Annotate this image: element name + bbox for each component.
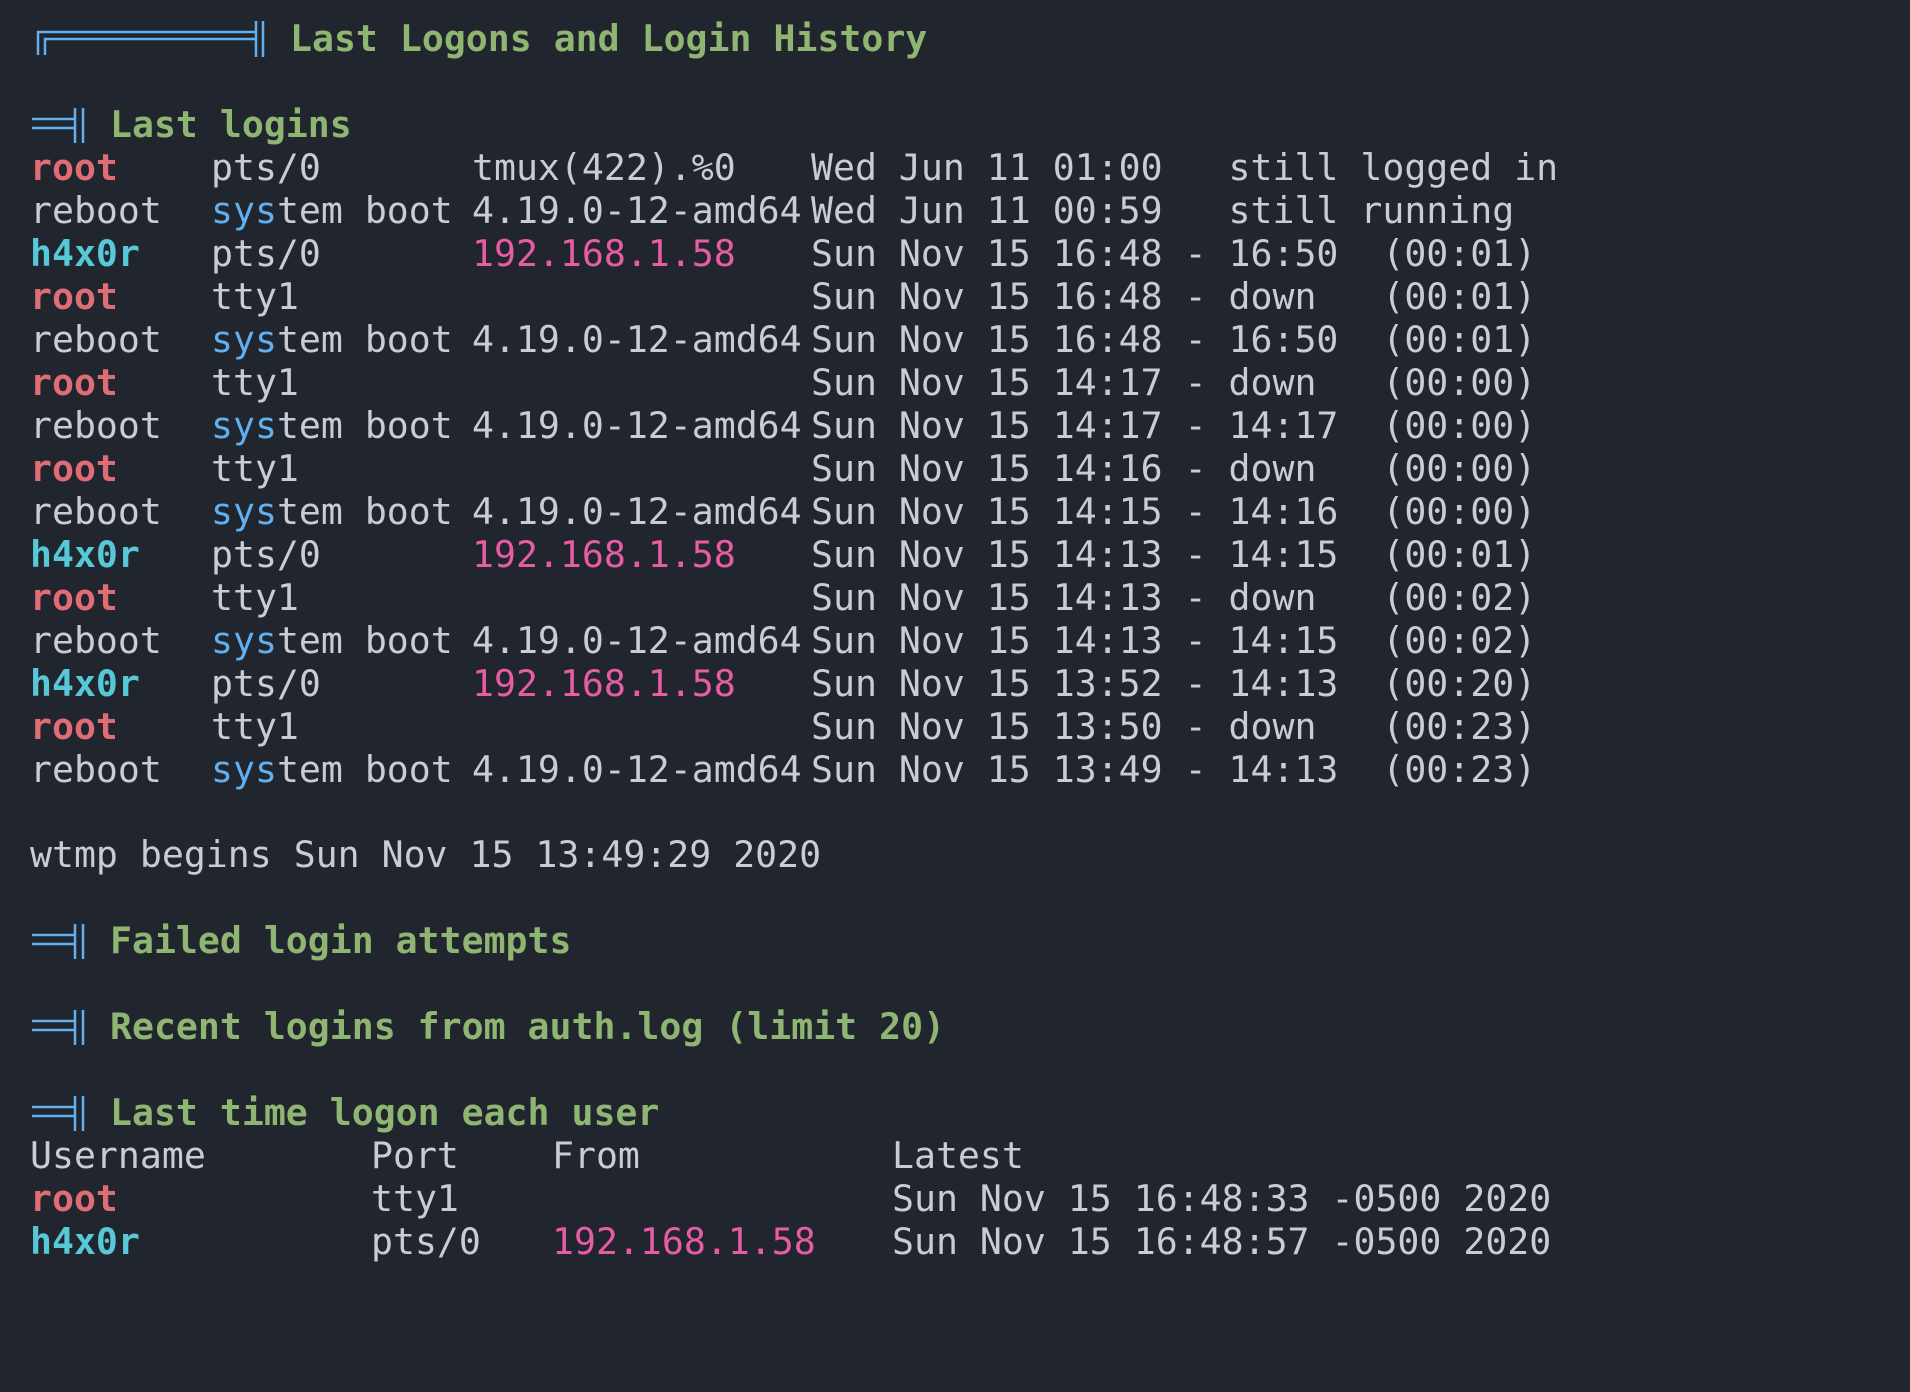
login-user: root bbox=[30, 576, 118, 619]
login-user: reboot bbox=[30, 490, 162, 533]
login-user: reboot bbox=[30, 404, 162, 447]
section-heading: Recent logins from auth.log (limit 20) bbox=[110, 1005, 946, 1048]
login-user: reboot bbox=[30, 619, 162, 662]
login-time: Sun Nov 15 14:15 - 14:16 (00:00) bbox=[811, 490, 1537, 533]
section-marker-icon bbox=[32, 108, 85, 143]
login-user: reboot bbox=[30, 748, 162, 791]
login-user: reboot bbox=[30, 189, 162, 232]
login-tty: pts/0 bbox=[211, 146, 321, 189]
lastlog-header: Username Port From Latest bbox=[30, 1134, 1024, 1177]
login-time: Sun Nov 15 16:48 - 16:50 (00:01) bbox=[811, 232, 1537, 275]
login-host: 192.168.1.58 bbox=[472, 662, 736, 705]
login-time: Sun Nov 15 13:50 - down (00:23) bbox=[811, 705, 1537, 748]
section-marker-icon bbox=[32, 924, 85, 959]
login-user: reboot bbox=[30, 318, 162, 361]
section-heading: Last logins bbox=[110, 103, 352, 146]
section-recent: Recent logins from auth.log (limit 20) bbox=[30, 1005, 945, 1048]
login-tty: tty1 bbox=[211, 576, 299, 619]
col-from: From bbox=[552, 1134, 640, 1177]
login-host: 4.19.0-12-amd64 bbox=[472, 189, 802, 232]
login-time: Sun Nov 15 13:52 - 14:13 (00:20) bbox=[811, 662, 1537, 705]
lastlog-user: root bbox=[30, 1177, 118, 1220]
login-time: Sun Nov 15 14:13 - 14:15 (00:02) bbox=[811, 619, 1537, 662]
title-line: Last Logons and Login History bbox=[30, 17, 927, 60]
col-latest: Latest bbox=[892, 1134, 1024, 1177]
title-banner-icon bbox=[36, 21, 265, 57]
lastlog-from: 192.168.1.58 bbox=[552, 1220, 816, 1263]
login-time: Sun Nov 15 13:49 - 14:13 (00:23) bbox=[811, 748, 1537, 791]
login-host: 192.168.1.58 bbox=[472, 533, 736, 576]
login-host: 4.19.0-12-amd64 bbox=[472, 490, 802, 533]
login-tty: system boot bbox=[211, 619, 453, 662]
login-host: tmux(422).%0 bbox=[472, 146, 736, 189]
lastlog-port: pts/0 bbox=[371, 1220, 481, 1263]
section-title: Last Logons and Login History bbox=[290, 17, 928, 60]
login-time: Sun Nov 15 14:13 - 14:15 (00:01) bbox=[811, 533, 1537, 576]
login-host: 4.19.0-12-amd64 bbox=[472, 748, 802, 791]
login-user: root bbox=[30, 447, 118, 490]
login-user: root bbox=[30, 705, 118, 748]
login-tty: system boot bbox=[211, 189, 453, 232]
login-tty: tty1 bbox=[211, 447, 299, 490]
login-tty: system boot bbox=[211, 318, 453, 361]
login-tty: pts/0 bbox=[211, 662, 321, 705]
login-time: Sun Nov 15 16:48 - down (00:01) bbox=[811, 275, 1537, 318]
login-tty: pts/0 bbox=[211, 533, 321, 576]
section-marker-icon bbox=[32, 1096, 85, 1131]
login-user: h4x0r bbox=[30, 533, 140, 576]
lastlog-latest: Sun Nov 15 16:48:33 -0500 2020 bbox=[892, 1177, 1552, 1220]
col-username: Username bbox=[30, 1134, 206, 1177]
login-user: root bbox=[30, 361, 118, 404]
login-time: Sun Nov 15 14:13 - down (00:02) bbox=[811, 576, 1537, 619]
section-failed: Failed login attempts bbox=[30, 919, 571, 962]
login-tty: system boot bbox=[211, 748, 453, 791]
login-time: Sun Nov 15 14:16 - down (00:00) bbox=[811, 447, 1537, 490]
login-time: Sun Nov 15 14:17 - down (00:00) bbox=[811, 361, 1537, 404]
section-heading: Failed login attempts bbox=[110, 919, 572, 962]
section-marker-icon bbox=[32, 1010, 85, 1045]
login-host: 4.19.0-12-amd64 bbox=[472, 318, 802, 361]
section-heading: Last time logon each user bbox=[110, 1091, 660, 1134]
terminal: Last Logons and Login History Last login… bbox=[0, 0, 1910, 1282]
section-last-time: Last time logon each user bbox=[30, 1091, 659, 1134]
login-time: Wed Jun 11 00:59 still running bbox=[811, 189, 1515, 232]
login-host: 4.19.0-12-amd64 bbox=[472, 404, 802, 447]
lastlog-latest: Sun Nov 15 16:48:57 -0500 2020 bbox=[892, 1220, 1552, 1263]
login-time: Wed Jun 11 01:00 still logged in bbox=[811, 146, 1559, 189]
login-time: Sun Nov 15 14:17 - 14:17 (00:00) bbox=[811, 404, 1537, 447]
wtmp-line: wtmp begins Sun Nov 15 13:49:29 2020 bbox=[30, 833, 822, 876]
login-tty: pts/0 bbox=[211, 232, 321, 275]
login-tty: system boot bbox=[211, 490, 453, 533]
login-tty: tty1 bbox=[211, 705, 299, 748]
lastlog-user: h4x0r bbox=[30, 1220, 140, 1263]
login-user: h4x0r bbox=[30, 662, 140, 705]
login-tty: system boot bbox=[211, 404, 453, 447]
section-last-logins: Last logins bbox=[30, 103, 352, 146]
login-tty: tty1 bbox=[211, 361, 299, 404]
login-time: Sun Nov 15 16:48 - 16:50 (00:01) bbox=[811, 318, 1537, 361]
login-user: h4x0r bbox=[30, 232, 140, 275]
lastlog-port: tty1 bbox=[371, 1177, 459, 1220]
login-host: 4.19.0-12-amd64 bbox=[472, 619, 802, 662]
login-tty: tty1 bbox=[211, 275, 299, 318]
login-user: root bbox=[30, 146, 118, 189]
login-user: root bbox=[30, 275, 118, 318]
login-host: 192.168.1.58 bbox=[472, 232, 736, 275]
col-port: Port bbox=[371, 1134, 459, 1177]
